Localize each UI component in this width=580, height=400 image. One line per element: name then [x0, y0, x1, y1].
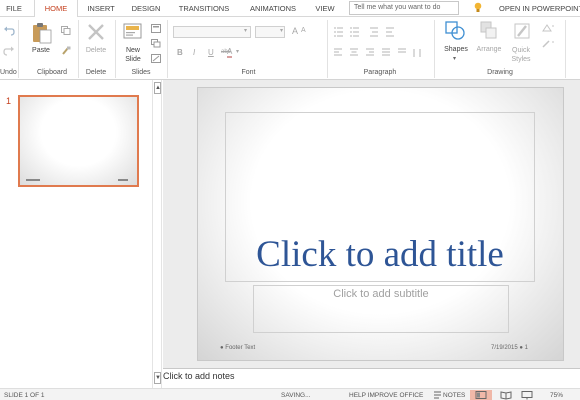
tab-home[interactable]: HOME [34, 0, 78, 18]
italic-button[interactable]: I [193, 48, 195, 57]
chevron-down-icon: ▾ [236, 49, 240, 55]
ribbon-home: Undo Paste Clipboard Delete Delete New S… [0, 17, 580, 80]
hide-slide-icon[interactable] [151, 54, 161, 63]
layout-icon[interactable] [151, 24, 161, 33]
thumbnail-footer-mark [26, 179, 40, 181]
slide-date-and-number[interactable]: 7/19/2015 ● 1 [491, 345, 528, 351]
font-group-label: Font [241, 69, 256, 76]
group-divider [115, 20, 116, 78]
notes-pane[interactable]: Click to add notes [163, 368, 580, 388]
underline-button[interactable]: U [208, 48, 214, 57]
normal-view-icon[interactable] [470, 390, 492, 400]
help-improve-office-link[interactable]: HELP IMPROVE OFFICE [349, 390, 423, 400]
powerpoint-online-window: FILE HOME INSERT DESIGN TRANSITIONS ANIM… [0, 0, 580, 400]
shape-outline-icon[interactable] [541, 39, 555, 49]
slides-group-label: Slides [131, 69, 151, 76]
chevron-down-icon: ▾ [453, 56, 457, 62]
thumbnail-scrollbar[interactable]: ▲ ▼ [152, 80, 162, 388]
notes-icon[interactable] [433, 390, 442, 400]
reading-view-icon[interactable] [499, 390, 513, 400]
quick-styles-icon[interactable] [512, 21, 532, 41]
list-buttons-row[interactable] [334, 27, 434, 37]
group-divider [78, 20, 79, 78]
group-divider [327, 20, 328, 78]
undo-group-label: Undo [0, 69, 17, 76]
delete-group-label: Delete [85, 69, 107, 76]
clipboard-group-label: Clipboard [37, 69, 67, 76]
tab-design[interactable]: DESIGN [126, 0, 166, 17]
tab-animations[interactable]: ANIMATIONS [242, 0, 304, 17]
tab-file[interactable]: FILE [0, 0, 28, 17]
slide-thumbnail-1[interactable] [18, 95, 139, 187]
font-color-button[interactable]: A [227, 47, 233, 58]
copy-icon[interactable] [61, 26, 71, 35]
alignment-buttons-row[interactable] [334, 48, 434, 58]
thumbnail-date-mark [118, 179, 128, 181]
scroll-down-icon[interactable]: ▼ [154, 372, 161, 384]
paragraph-group-label: Paragraph [363, 69, 397, 76]
redo-icon[interactable] [3, 46, 15, 56]
group-divider [565, 20, 566, 78]
notes-placeholder[interactable]: Click to add notes [163, 371, 235, 381]
slide-date: 7/19/2015 [491, 345, 518, 351]
slide-footer[interactable]: ● Footer Text [220, 345, 255, 351]
paste-label[interactable]: Paste [26, 47, 56, 54]
shapes-icon[interactable] [445, 21, 467, 41]
open-in-powerpoint-button[interactable]: OPEN IN POWERPOINT [499, 0, 580, 17]
shrink-font-icon[interactable]: A [301, 27, 306, 34]
tell-me-search-input[interactable]: Tell me what you want to do [349, 1, 459, 15]
chevron-down-icon: ▾ [244, 28, 248, 34]
arrange-label[interactable]: Arrange [474, 46, 504, 53]
group-divider [167, 20, 168, 78]
font-family-select[interactable] [173, 26, 251, 38]
bold-button[interactable]: B [177, 48, 183, 57]
lightbulb-icon[interactable] [474, 2, 482, 13]
zoom-level[interactable]: 75% [550, 390, 563, 400]
duplicate-slide-icon[interactable] [151, 39, 161, 48]
tab-view[interactable]: VIEW [310, 0, 340, 17]
ribbon-tab-bar: FILE HOME INSERT DESIGN TRANSITIONS ANIM… [0, 0, 580, 18]
chevron-down-icon: ▾ [280, 28, 284, 34]
arrange-icon[interactable] [480, 21, 498, 41]
new-slide-label[interactable]: New Slide [118, 46, 148, 64]
delete-icon[interactable] [87, 23, 105, 41]
paste-icon[interactable] [32, 22, 52, 44]
slideshow-icon[interactable] [520, 390, 534, 400]
subtitle-placeholder-text[interactable]: Click to add subtitle [253, 288, 509, 300]
shape-fill-icon[interactable] [541, 23, 555, 33]
notes-toggle[interactable]: NOTES [443, 390, 465, 400]
slide-footer-text: Footer Text [225, 345, 256, 351]
undo-icon[interactable] [3, 26, 15, 36]
slide-page-number: 1 [524, 345, 529, 351]
tab-insert[interactable]: INSERT [82, 0, 120, 17]
quick-styles-label[interactable]: Quick Styles [506, 46, 536, 64]
drawing-group-label: Drawing [487, 69, 513, 76]
new-slide-icon[interactable] [123, 21, 143, 39]
scroll-up-icon[interactable]: ▲ [154, 82, 161, 94]
thumbnail-number: 1 [6, 96, 12, 106]
shapes-label[interactable]: Shapes [441, 46, 471, 53]
format-painter-icon[interactable] [61, 46, 71, 56]
saving-status: SAVING... [281, 392, 311, 399]
grow-font-icon[interactable]: A [292, 26, 298, 36]
status-bar: SLIDE 1 OF 1 SAVING... HELP IMPROVE OFFI… [0, 388, 580, 400]
title-placeholder-text[interactable]: Click to add title [225, 233, 535, 276]
tab-transitions[interactable]: TRANSITIONS [172, 0, 236, 17]
group-divider [434, 20, 435, 78]
group-divider [18, 20, 19, 78]
slide-count: SLIDE 1 OF 1 [4, 392, 45, 399]
delete-label[interactable]: Delete [81, 47, 111, 54]
